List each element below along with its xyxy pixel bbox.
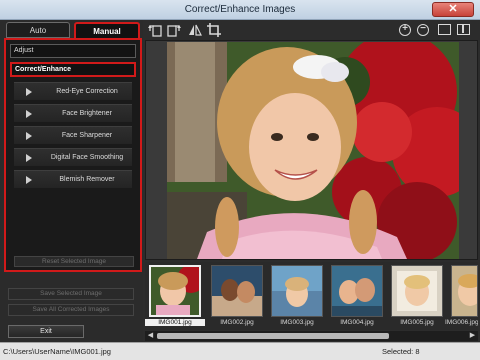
thumbnail-strip: IMG001.jpg IMG002.jpg IMG003.jpg IMG004.… bbox=[145, 262, 478, 330]
digital-face-smoothing-button[interactable]: Digital Face Smoothing bbox=[14, 148, 132, 166]
window-title: Correct/Enhance Images bbox=[184, 4, 296, 15]
thumbnail-img002[interactable] bbox=[211, 265, 263, 317]
red-eye-correction-button[interactable]: Red-Eye Correction bbox=[14, 82, 132, 100]
filmstrip-scrollbar[interactable]: ◀ ▶ bbox=[145, 331, 478, 341]
save-all-corrected-images-button[interactable]: Save All Corrected Images bbox=[8, 304, 134, 316]
thumbnail-label: IMG001.jpg bbox=[145, 319, 205, 326]
thumbnail-label: IMG005.jpg bbox=[400, 319, 434, 326]
crop-icon[interactable] bbox=[207, 23, 221, 37]
play-arrow-icon bbox=[26, 176, 32, 184]
zoom-in-button[interactable]: + bbox=[399, 24, 411, 36]
preview-photo[interactable] bbox=[167, 42, 459, 259]
rotate-left-icon[interactable] bbox=[148, 23, 162, 37]
compare-view-icon[interactable] bbox=[457, 24, 470, 35]
tool-label: Blemish Remover bbox=[59, 176, 115, 183]
play-arrow-icon bbox=[26, 132, 32, 140]
image-preview-area bbox=[145, 40, 478, 260]
thumbnail-img004[interactable] bbox=[331, 265, 383, 317]
thumbnail-img005[interactable] bbox=[391, 265, 443, 317]
thumbnail-img001[interactable] bbox=[149, 265, 201, 317]
zoom-in-icon: + bbox=[402, 23, 408, 34]
face-brightener-button[interactable]: Face Brightener bbox=[14, 104, 132, 122]
toolbar: + − bbox=[143, 20, 480, 40]
tab-manual[interactable]: Manual bbox=[74, 22, 140, 38]
blemish-remover-button[interactable]: Blemish Remover bbox=[14, 170, 132, 188]
tool-label: Red-Eye Correction bbox=[56, 88, 118, 95]
thumbnail-img003[interactable] bbox=[271, 265, 323, 317]
scroll-thumb[interactable] bbox=[157, 333, 389, 339]
app-window: Correct/Enhance Images ✕ Auto Manual Adj… bbox=[0, 0, 480, 360]
correct-enhance-section-header[interactable]: Correct/Enhance bbox=[10, 62, 136, 77]
thumbnail-label: IMG004.jpg bbox=[340, 319, 374, 326]
thumbnail-label: IMG002.jpg bbox=[220, 319, 254, 326]
thumbnail-label: IMG006.jpg bbox=[445, 319, 478, 326]
rotate-right-icon[interactable] bbox=[167, 23, 181, 37]
status-selected-count: Selected: 8 bbox=[382, 347, 420, 356]
flip-icon[interactable] bbox=[188, 23, 202, 37]
status-file-path: C:\Users\UserName\IMG001.jpg bbox=[3, 347, 111, 356]
zoom-out-button[interactable]: − bbox=[417, 24, 429, 36]
reset-selected-image-button[interactable]: Reset Selected Image bbox=[14, 256, 134, 267]
play-arrow-icon bbox=[26, 110, 32, 118]
manual-panel: Adjust Correct/Enhance Red-Eye Correctio… bbox=[4, 38, 142, 272]
tool-label: Digital Face Smoothing bbox=[50, 154, 124, 161]
window-close-button[interactable]: ✕ bbox=[432, 2, 474, 17]
tab-auto[interactable]: Auto bbox=[6, 22, 70, 38]
thumbnail-img006[interactable] bbox=[451, 265, 478, 317]
face-sharpener-button[interactable]: Face Sharpener bbox=[14, 126, 132, 144]
exit-button[interactable]: Exit bbox=[8, 325, 84, 338]
zoom-out-icon: − bbox=[420, 23, 426, 34]
adjust-section-header[interactable]: Adjust bbox=[10, 44, 136, 58]
save-selected-image-button[interactable]: Save Selected Image bbox=[8, 288, 134, 300]
play-arrow-icon bbox=[26, 88, 32, 96]
left-panel: Auto Manual Adjust Correct/Enhance Red-E… bbox=[0, 20, 143, 342]
status-bar: C:\Users\UserName\IMG001.jpg Selected: 8 bbox=[0, 342, 480, 360]
single-view-icon[interactable] bbox=[438, 24, 451, 35]
scroll-right-icon[interactable]: ▶ bbox=[468, 332, 477, 340]
tool-label: Face Sharpener bbox=[61, 132, 113, 139]
scroll-left-icon[interactable]: ◀ bbox=[146, 332, 155, 340]
play-arrow-icon bbox=[26, 154, 32, 162]
title-bar: Correct/Enhance Images ✕ bbox=[0, 0, 480, 20]
thumbnail-label: IMG003.jpg bbox=[280, 319, 314, 326]
tool-label: Face Brightener bbox=[62, 110, 112, 117]
